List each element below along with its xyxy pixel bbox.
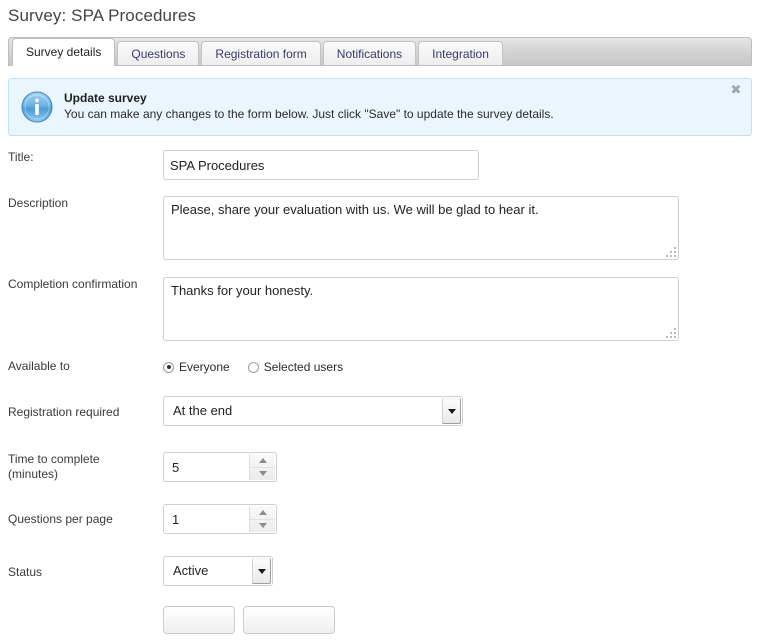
description-textarea[interactable]: Please, share your evaluation with us. W… xyxy=(163,196,679,260)
time-to-complete-stepper[interactable] xyxy=(163,452,277,482)
time-to-complete-input[interactable] xyxy=(164,453,242,481)
available-to-radio-group: Everyone Selected users xyxy=(163,358,752,374)
stepper-down-icon[interactable] xyxy=(250,520,275,533)
field-row-completion-confirmation: Completion confirmation Thanks for your … xyxy=(8,277,752,344)
status-select[interactable]: Active xyxy=(163,556,273,586)
save-button[interactable] xyxy=(163,606,235,634)
stepper-buttons xyxy=(249,454,275,480)
banner-title: Update survey xyxy=(64,91,147,105)
questions-per-page-stepper[interactable] xyxy=(163,504,277,534)
chevron-down-icon[interactable] xyxy=(252,558,271,584)
questions-per-page-label: Questions per page xyxy=(8,511,113,526)
title-control xyxy=(163,150,752,180)
tab-label: Questions xyxy=(131,47,186,61)
cancel-button[interactable] xyxy=(243,606,335,634)
time-to-complete-control xyxy=(163,452,752,482)
tab-label: Survey details xyxy=(26,45,102,59)
status-control: Active xyxy=(163,556,752,588)
tab-label: Notifications xyxy=(336,47,403,61)
tab-label: Registration form xyxy=(215,47,307,61)
completion-confirmation-control: Thanks for your honesty. xyxy=(163,277,752,344)
tab-integration[interactable]: Integration xyxy=(418,41,503,65)
banner-text: Update survey You can make any changes t… xyxy=(64,90,739,122)
questions-per-page-input[interactable] xyxy=(164,505,242,533)
field-row-status: Status Active xyxy=(8,556,752,588)
info-icon xyxy=(21,91,53,123)
radio-selected-users[interactable]: Selected users xyxy=(247,360,344,374)
select-value: At the end xyxy=(173,403,233,418)
time-to-complete-label-line1: Time to complete xyxy=(8,452,100,466)
field-row-title: Title: xyxy=(8,150,752,180)
questions-per-page-control xyxy=(163,504,752,534)
page-title: Survey: SPA Procedures xyxy=(8,6,197,25)
radio-dot-icon xyxy=(247,361,259,373)
description-textarea-wrap: Please, share your evaluation with us. W… xyxy=(163,196,679,260)
field-row-time-to-complete: Time to complete (minutes) xyxy=(8,452,752,482)
stepper-buttons xyxy=(249,506,275,532)
tab-panel-survey-details: Update survey You can make any changes t… xyxy=(8,78,752,634)
survey-details-form: Title: Description Please, share your ev… xyxy=(8,150,752,634)
radio-label: Selected users xyxy=(263,360,344,374)
registration-required-label: Registration required xyxy=(8,404,120,419)
field-row-registration-required: Registration required At the end xyxy=(8,396,752,428)
completion-confirmation-textarea[interactable]: Thanks for your honesty. xyxy=(163,277,679,341)
field-row-available-to: Available to Everyone Selected users xyxy=(8,358,752,375)
stepper-up-icon[interactable] xyxy=(250,454,275,468)
available-to-label: Available to xyxy=(8,358,70,373)
time-to-complete-label-line2: (minutes) xyxy=(8,467,59,481)
title-label: Title: xyxy=(8,150,34,164)
field-row-actions xyxy=(8,606,752,634)
radio-everyone[interactable]: Everyone xyxy=(163,360,230,374)
completion-confirmation-textarea-wrap: Thanks for your honesty. xyxy=(163,277,679,341)
stepper-down-icon[interactable] xyxy=(250,468,275,481)
description-label: Description xyxy=(8,196,69,210)
available-to-control: Everyone Selected users xyxy=(163,358,752,374)
banner-message: You can make any changes to the form bel… xyxy=(64,107,554,121)
radio-label: Everyone xyxy=(179,360,230,374)
field-row-description: Description Please, share your evaluatio… xyxy=(8,196,752,263)
registration-required-select[interactable]: At the end xyxy=(163,396,463,426)
update-survey-banner: Update survey You can make any changes t… xyxy=(8,78,752,136)
tab-bar: Survey details Questions Registration fo… xyxy=(8,37,752,66)
tab-survey-details[interactable]: Survey details xyxy=(12,38,116,66)
tab-questions[interactable]: Questions xyxy=(117,41,200,65)
tab-registration-form[interactable]: Registration form xyxy=(201,41,321,65)
chevron-down-icon[interactable] xyxy=(442,398,461,424)
time-to-complete-label: Time to complete (minutes) xyxy=(8,452,163,482)
completion-confirmation-label: Completion confirmation xyxy=(8,277,138,291)
registration-required-control: At the end xyxy=(163,396,752,428)
description-control: Please, share your evaluation with us. W… xyxy=(163,196,752,263)
field-row-questions-per-page: Questions per page xyxy=(8,504,752,534)
tab-notifications[interactable]: Notifications xyxy=(322,41,417,65)
tab-label: Integration xyxy=(432,47,489,61)
status-label: Status xyxy=(8,564,43,579)
close-icon[interactable]: ✖ xyxy=(729,84,743,98)
radio-dot-icon xyxy=(163,361,174,373)
stepper-up-icon[interactable] xyxy=(250,506,275,520)
form-actions xyxy=(163,606,752,634)
title-input[interactable] xyxy=(163,150,479,180)
